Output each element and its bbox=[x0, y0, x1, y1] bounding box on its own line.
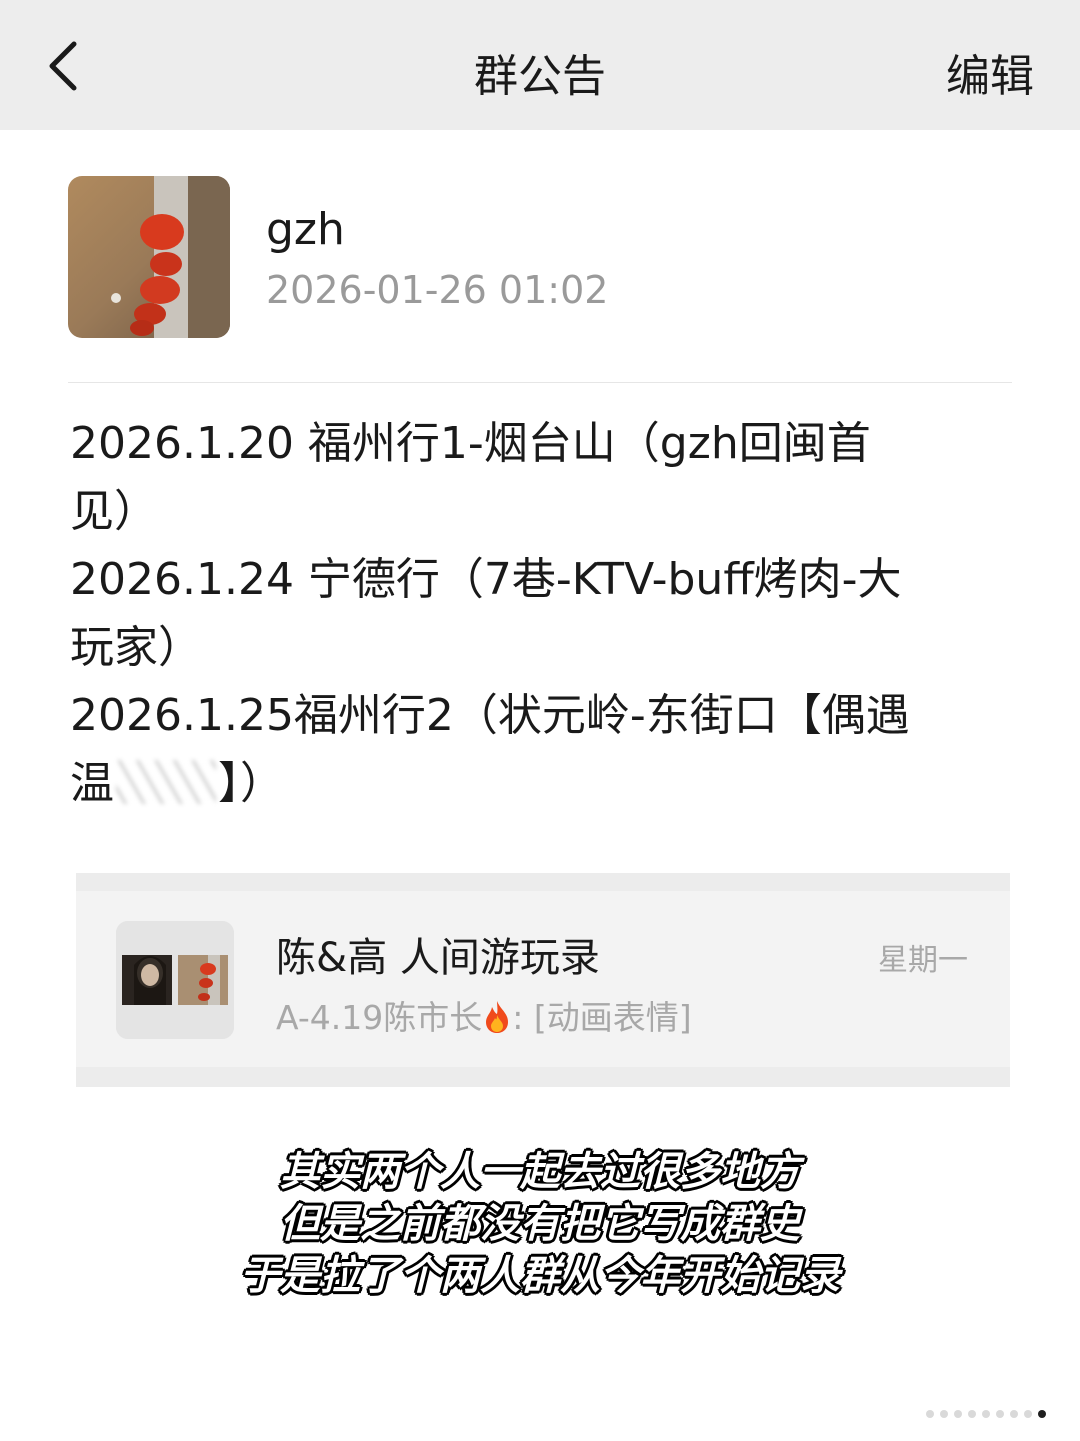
notice-text: 】） bbox=[218, 758, 284, 809]
message-text: : [动画表情] bbox=[512, 998, 692, 1037]
group-avatar-photos bbox=[116, 921, 234, 1039]
message-sender: A-4.19陈市长 bbox=[276, 998, 483, 1037]
page-dot bbox=[954, 1410, 962, 1418]
chat-card[interactable]: 陈&高 人间游玩录 星期一 A-4.19陈市长 : [动画表情] bbox=[76, 873, 1010, 1087]
redaction-mosaic bbox=[116, 760, 216, 804]
notice-line: 见） bbox=[70, 486, 158, 537]
page-title: 群公告 bbox=[474, 51, 606, 102]
page-dot bbox=[982, 1410, 990, 1418]
chat-last-message: A-4.19陈市长 : [动画表情] bbox=[276, 991, 692, 1039]
edit-button[interactable]: 编辑 bbox=[946, 40, 1034, 104]
caption-line: 但是之前都没有把它写成群史 bbox=[280, 1201, 800, 1247]
notice-line: 2026.1.25福州行2（状元岭-东街口【偶遇 bbox=[70, 690, 910, 741]
notice-line: 2026.1.24 宁德行（7巷-KTV-buff烤肉-大 bbox=[70, 554, 902, 605]
caption-line: 其实两个人一起去过很多地方 bbox=[280, 1149, 800, 1195]
page-dot bbox=[996, 1410, 1004, 1418]
notice-line: 2026.1.20 福州行1-烟台山（gzh回闽首 bbox=[70, 418, 871, 469]
page-dot bbox=[1024, 1410, 1032, 1418]
page-dot bbox=[940, 1410, 948, 1418]
group-avatar bbox=[116, 921, 234, 1039]
page-dot bbox=[926, 1410, 934, 1418]
page-dot bbox=[1038, 1410, 1046, 1418]
fire-emoji-icon bbox=[482, 999, 512, 1035]
page-dot bbox=[1010, 1410, 1018, 1418]
author-name: gzh bbox=[266, 204, 345, 255]
caption-line: 于是拉了个两人群从今年开始记录 bbox=[240, 1253, 840, 1299]
chat-day: 星期一 bbox=[878, 943, 968, 978]
notice-text: 温 bbox=[70, 758, 114, 809]
notice-content: 2026.1.20 福州行1-烟台山（gzh回闽首 见） 2026.1.24 宁… bbox=[70, 410, 1000, 818]
avatar-photo bbox=[68, 176, 230, 338]
chat-title: 陈&高 人间游玩录 bbox=[276, 935, 600, 981]
author-block: gzh 2026-01-26 01:02 bbox=[68, 176, 1012, 346]
page-indicator bbox=[926, 1410, 1046, 1422]
post-time: 2026-01-26 01:02 bbox=[266, 268, 609, 312]
caption-overlay: 其实两个人一起去过很多地方 但是之前都没有把它写成群史 于是拉了个两人群从今年开… bbox=[0, 1146, 1080, 1302]
top-bar: 群公告 编辑 bbox=[0, 0, 1080, 130]
notice-line: 玩家） bbox=[70, 622, 202, 673]
page-dot bbox=[968, 1410, 976, 1418]
author-avatar[interactable] bbox=[68, 176, 230, 338]
divider bbox=[68, 382, 1012, 383]
notice-line-redacted: 温 】） bbox=[70, 750, 1000, 818]
